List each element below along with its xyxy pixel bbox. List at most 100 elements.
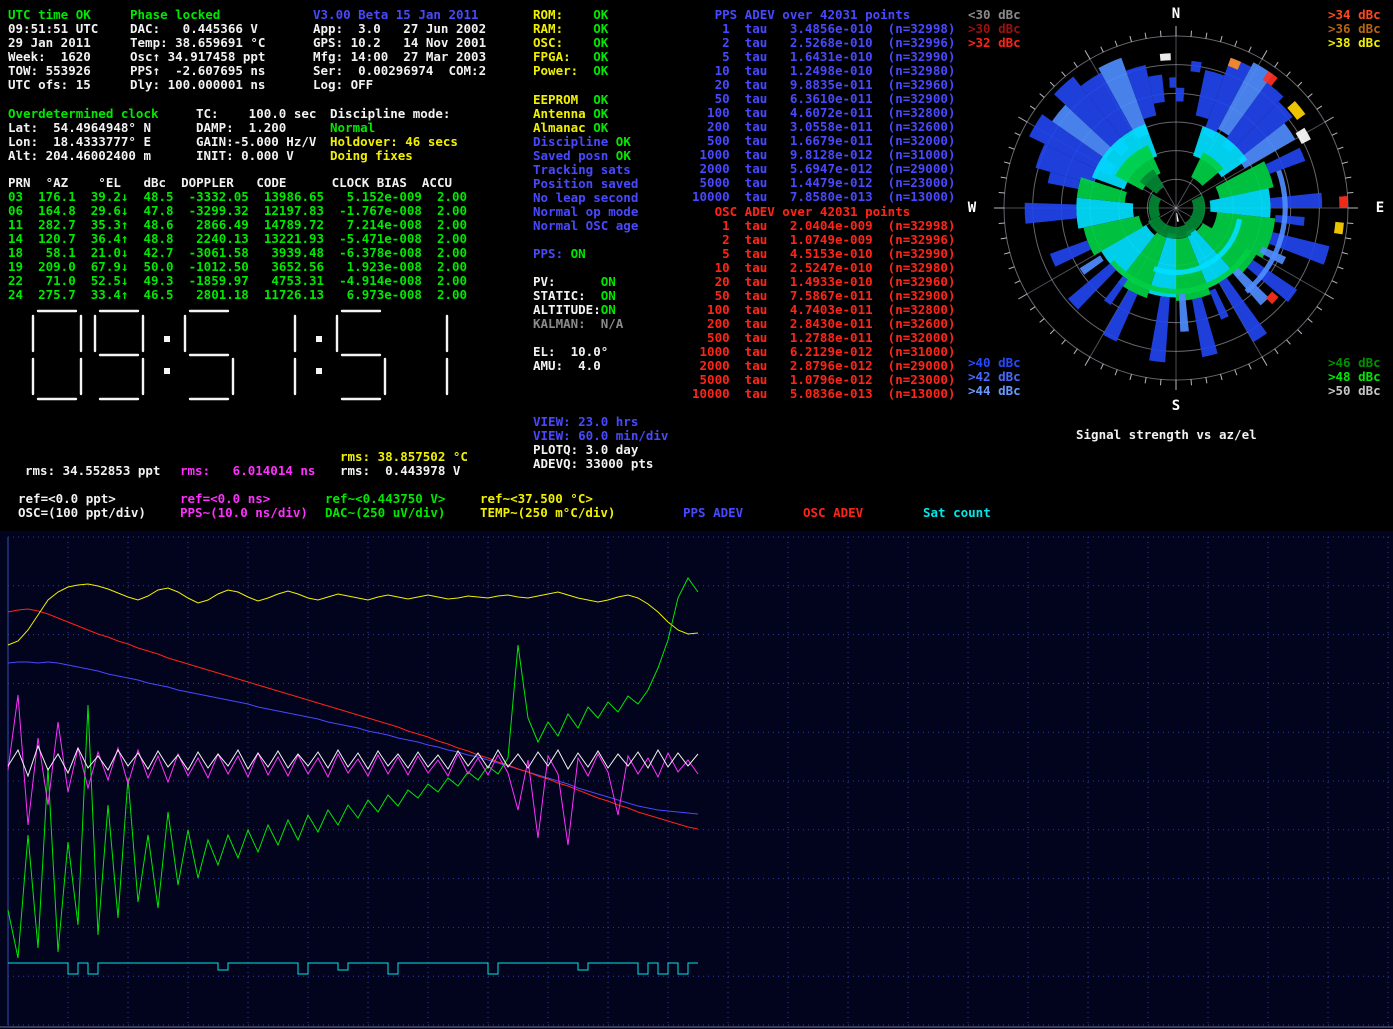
text-span: Log: OFF <box>313 77 373 92</box>
hw-status-line: OSC: OK <box>533 36 608 50</box>
text-span: Alt: 204.46002400 m <box>8 148 151 163</box>
scale-pps-line: PPS~(10.0 ns/div) <box>180 506 308 520</box>
text-span: Holdover: 46 secs <box>330 134 458 149</box>
osc-adev-table-line: 200 tau 2.8430e-011 (n=32600) <box>692 317 955 331</box>
osc-adev-table-line: OSC ADEV over 42031 points <box>692 205 955 219</box>
text-span: Lat: 54.4964948° N <box>8 120 151 135</box>
text-span: Saved posn <box>533 148 616 163</box>
text-span: >46 dBc <box>1328 355 1381 370</box>
phase-status-line: PPS↑ -2.607695 ns <box>130 64 265 78</box>
text-span: 1 tau 3.4856e-010 (n=32998) <box>692 21 955 36</box>
legend-signal-mid-line: >34 dBc <box>1328 8 1381 22</box>
text-span: App: 3.0 27 Jun 2002 <box>313 21 486 36</box>
osc-adev-table-line: 1 tau 2.0404e-009 (n=32998) <box>692 219 955 233</box>
text-span: Mfg: 14:00 27 Mar 2003 <box>313 49 486 64</box>
scale-dac-line: DAC~(250 uV/div) <box>325 506 445 520</box>
text-span: ref~<37.500 °C> <box>480 491 593 506</box>
text-span: STATIC: <box>533 288 601 303</box>
lady-heather-screen: NESW UTC time OK09:51:51 UTC29 Jan 2011W… <box>0 0 1393 1029</box>
text-span: 10 tau 2.5247e-010 (n=32980) <box>692 260 955 275</box>
sys-status-line: Discipline OK <box>533 135 638 149</box>
text-span: Lon: 18.4333777° E <box>8 134 151 149</box>
text-span: Temp: 38.659691 °C <box>130 35 265 50</box>
text-span: Normal <box>330 120 375 135</box>
legend-signal-blue: >40 dBc>42 dBc>44 dBc <box>968 356 1021 398</box>
scale-dac: ref~<0.443750 V>DAC~(250 uV/div) <box>325 492 445 520</box>
text-span: 19 209.0 67.9↓ 50.0 -1012.50 3652.56 1.9… <box>8 259 467 274</box>
polar-title-line: Signal strength vs az/el <box>1076 428 1257 442</box>
text-span: <30 dBc <box>968 7 1021 22</box>
sat-table-line: 18 58.1 21.0↓ 42.7 -3061.58 3939.48 -6.3… <box>8 246 467 260</box>
text-span: TOW: 553926 <box>8 63 91 78</box>
version-info-line: App: 3.0 27 Jun 2002 <box>313 22 486 36</box>
legend-signal-blue-line: >40 dBc <box>968 356 1021 370</box>
utc-status: UTC time OK09:51:51 UTC29 Jan 2011Week: … <box>8 8 98 92</box>
text-span: 500 tau 1.2788e-011 (n=32000) <box>692 330 955 345</box>
text-span: PRN °AZ °EL dBc DOPPLER CODE CLOCK BIAS … <box>8 175 452 190</box>
sat-table-line: 24 275.7 33.4↑ 46.5 2801.18 11726.13 6.9… <box>8 288 467 302</box>
utc-status-line: TOW: 553926 <box>8 64 98 78</box>
pps-adev-table-line: 100 tau 4.6072e-011 (n=32800) <box>692 106 955 120</box>
text-span: 500 tau 1.6679e-011 (n=32000) <box>692 133 955 148</box>
text-span: 5000 tau 1.4479e-012 (n=23000) <box>692 175 955 190</box>
scale-temp-line: TEMP~(250 m°C/div) <box>480 506 615 520</box>
text-span: ref=<0.0 ns> <box>180 491 270 506</box>
pps-adev-table-line: 5000 tau 1.4479e-012 (n=23000) <box>692 176 955 190</box>
text-span: DAC: 0.445366 V <box>130 21 258 36</box>
text-span: Phase locked <box>130 7 220 22</box>
hw-status-line: ROM: OK <box>533 8 608 22</box>
pps-state-line: PPS: ON <box>533 247 586 261</box>
scale-temp: ref~<37.500 °C>TEMP~(250 m°C/div) <box>480 492 615 520</box>
text-span: Dly: 100.000001 ns <box>130 77 265 92</box>
scale-osc-line: OSC=(100 ppt/div) <box>18 506 146 520</box>
text-span: UTC ofs: 15 <box>8 77 91 92</box>
sys-status-line: Position saved <box>533 177 638 191</box>
text-span: 10000 tau 7.8580e-013 (n=13000) <box>692 189 955 204</box>
osc-adev-table-line: 100 tau 4.7403e-011 (n=32800) <box>692 303 955 317</box>
legend-signal-low-line: >30 dBc <box>968 22 1021 36</box>
sys-status-line: Almanac OK <box>533 121 638 135</box>
version-info-line: V3.00 Beta 15 Jan 2011 <box>313 8 486 22</box>
position-block: Overdetermined clockLat: 54.4964948° NLo… <box>8 107 159 163</box>
version-info-line: Ser: 0.00296974 COM:2 <box>313 64 486 78</box>
legend-signal-low: <30 dBc>30 dBc>32 dBc <box>968 8 1021 50</box>
scale-dac-line: ref~<0.443750 V> <box>325 492 445 506</box>
text-span: TEMP~(250 m°C/div) <box>480 505 615 520</box>
text-span: ON <box>601 274 616 289</box>
sat-table: PRN °AZ °EL dBc DOPPLER CODE CLOCK BIAS … <box>8 176 467 302</box>
text-span: Antenna <box>533 106 593 121</box>
text-span: >36 dBc <box>1328 21 1381 36</box>
discipline-mode-line: Normal <box>330 121 458 135</box>
text-span: 22 71.0 52.5↓ 49.3 -1859.97 4753.31 -4.9… <box>8 273 467 288</box>
version-info-line: Log: OFF <box>313 78 486 92</box>
text-span: GAIN:-5.000 Hz/V <box>196 134 316 149</box>
legend-signal-mid-line: >38 dBc <box>1328 36 1381 50</box>
text-span: KALMAN: N/A <box>533 316 623 331</box>
osc-adev-table: OSC ADEV over 42031 points 1 tau 2.0404e… <box>692 205 955 401</box>
phase-status-line: DAC: 0.445366 V <box>130 22 265 36</box>
rms-dac-line: rms: 0.443978 V <box>340 464 460 478</box>
discipline-mode-line: Doing fixes <box>330 149 458 163</box>
rms-pps: rms: 6.014014 ns <box>180 464 315 478</box>
legend-signal-low-line: >32 dBc <box>968 36 1021 50</box>
osc-adev-table-line: 20 tau 1.4933e-010 (n=32960) <box>692 275 955 289</box>
pps-adev-table-line: 2 tau 2.5268e-010 (n=32996) <box>692 36 955 50</box>
view-settings-line: ADEVQ: 33000 pts <box>533 457 668 471</box>
text-span: 2 tau 2.5268e-010 (n=32996) <box>692 35 955 50</box>
sat-table-line: 22 71.0 52.5↓ 49.3 -1859.97 4753.31 -4.9… <box>8 274 467 288</box>
sys-status-line: EEPROM OK <box>533 93 638 107</box>
sys-status-line: Antenna OK <box>533 107 638 121</box>
legend-signal-mid: >34 dBc>36 dBc>38 dBc <box>1328 8 1381 50</box>
pps-adev-table-line: 10000 tau 7.8580e-013 (n=13000) <box>692 190 955 204</box>
hw-status-line: RAM: OK <box>533 22 608 36</box>
text-span: OK <box>593 49 608 64</box>
text-span: DAC~(250 uV/div) <box>325 505 445 520</box>
pps-adev-table-line: 500 tau 1.6679e-011 (n=32000) <box>692 134 955 148</box>
text-span: Week: 1620 <box>8 49 91 64</box>
text-span: rms: 34.552853 ppt <box>25 463 160 478</box>
text-span: 10 tau 1.2498e-010 (n=32980) <box>692 63 955 78</box>
text-span: >50 dBc <box>1328 383 1381 398</box>
text-span: ref=<0.0 ppt> <box>18 491 116 506</box>
view-settings-line: PLOTQ: 3.0 day <box>533 443 668 457</box>
sys-status-line: Saved posn OK <box>533 149 638 163</box>
